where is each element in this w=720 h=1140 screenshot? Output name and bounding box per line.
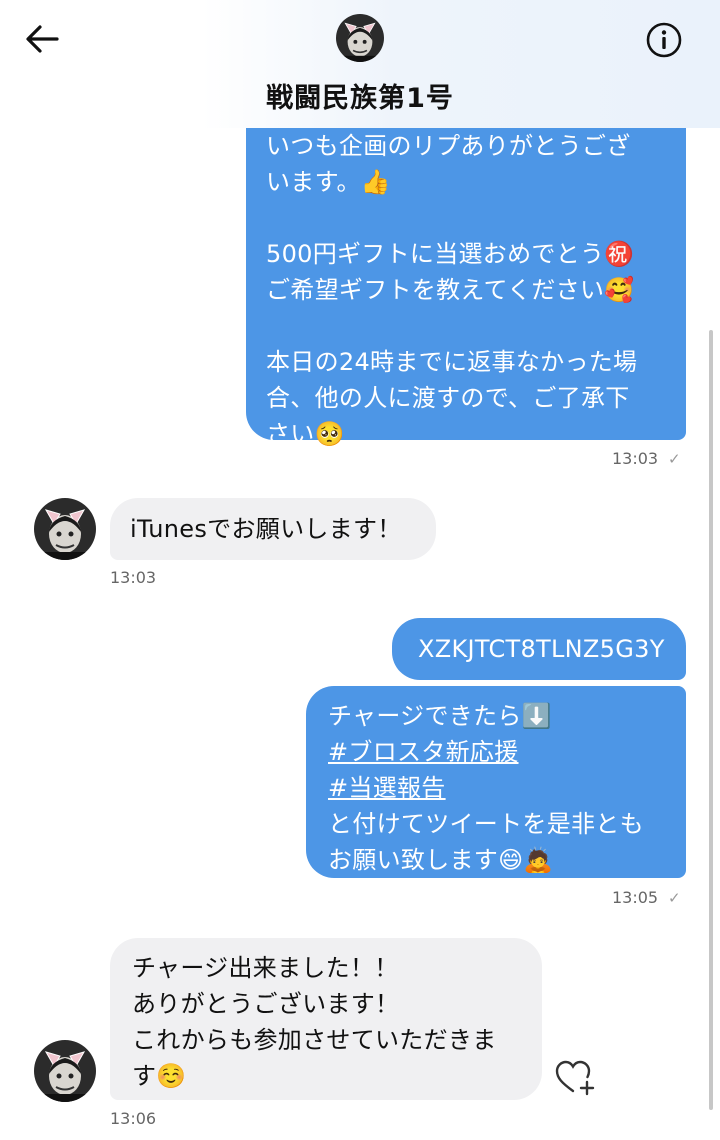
message-bubble-outgoing[interactable]: XZKJTCT8TLNZ5G3Y [392,618,686,680]
conversation-header: 戦闘民族第1号 [0,0,720,128]
add-reaction-button[interactable] [554,1058,596,1098]
sent-check-icon: ✓ [668,889,681,907]
sent-check-icon: ✓ [668,450,681,468]
back-button[interactable] [22,22,62,56]
heart-plus-icon [555,1060,595,1096]
message-timestamp: 13:03 [110,568,157,587]
info-button[interactable] [644,20,684,60]
sender-avatar[interactable] [34,498,96,560]
message-timestamp: 13:06 [110,1109,157,1128]
message-bubble-incoming[interactable]: iTunesでお願いします！ [110,498,436,560]
avatar-image [34,1040,96,1102]
hashtag-link[interactable]: #当選報告 [328,774,446,802]
avatar-image [336,14,384,62]
message-text: チャージできたら⬇️ [328,702,552,730]
message-text: と付けてツイートを是非とも [328,810,644,838]
message-timestamp: 13:03 [612,449,659,468]
message-bubble-incoming[interactable]: チャージ出来ました！！ ありがとうございます！ これからも参加させていただきま … [110,938,542,1100]
conversation-title: 戦闘民族第1号 [266,83,454,114]
message-bubble-outgoing[interactable]: チャージできたら⬇️ #ブロスタ新応援 #当選報告 と付けてツイートを是非とも … [306,686,686,878]
avatar-image [34,498,96,560]
sender-avatar[interactable] [34,1040,96,1102]
info-circle-icon [646,22,682,58]
message-timestamp: 13:05 [612,888,659,907]
message-text: お願い致します😄🙇 [328,846,554,874]
arrow-left-icon [26,25,59,53]
scrollbar[interactable] [709,330,713,1110]
contact-avatar[interactable] [336,14,384,62]
hashtag-link[interactable]: #ブロスタ新応援 [328,738,519,766]
message-bubble-outgoing[interactable]: いつも企画のリプありがとうござ います。👍 500円ギフトに当選おめでとう㊗️ … [246,128,686,448]
